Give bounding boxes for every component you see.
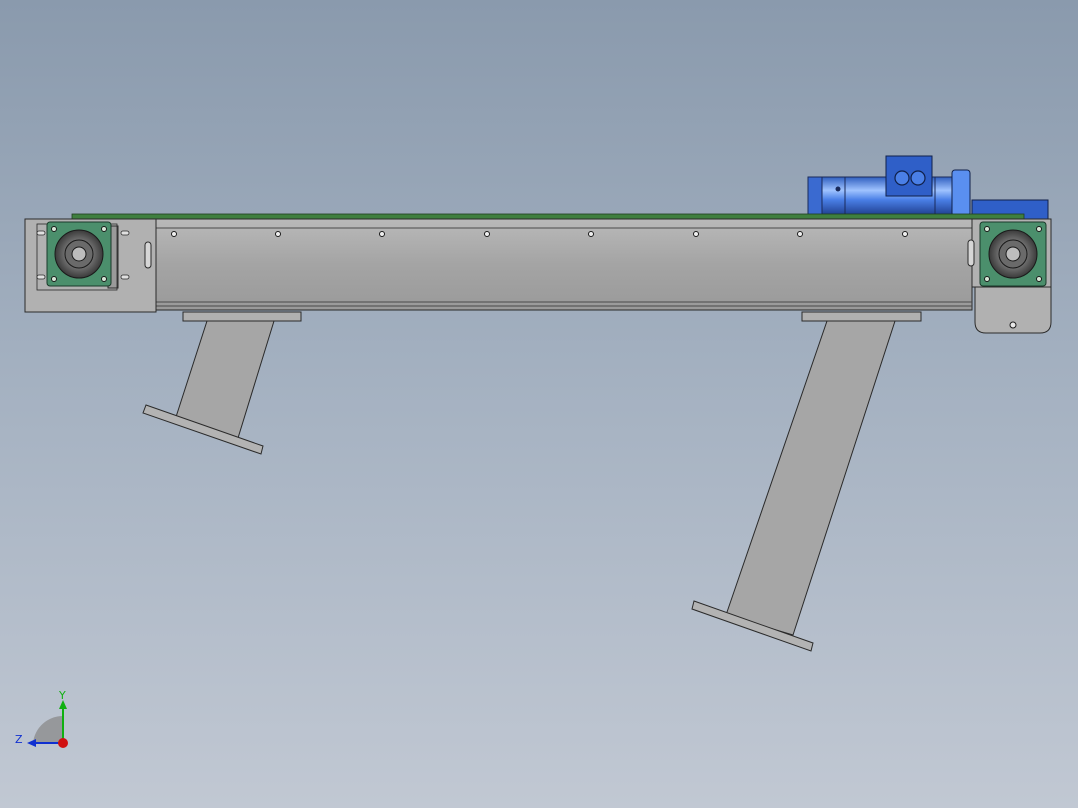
- x-axis-dot-icon: [58, 738, 68, 748]
- cable-gland-icon: [894, 170, 910, 186]
- support-leg-right[interactable]: [691, 311, 922, 652]
- cad-viewport[interactable]: Y Z: [0, 0, 1078, 808]
- conveyor-model[interactable]: Y Z: [0, 0, 1078, 808]
- leg-left-mount-plate: [182, 311, 302, 322]
- motor-fan-cover: [807, 176, 823, 216]
- motor-bolt: [835, 186, 841, 192]
- support-leg-left[interactable]: [142, 311, 302, 455]
- z-axis-arrow-icon: [27, 739, 36, 747]
- end-plate-right[interactable]: [967, 218, 1052, 334]
- triad-arc: [33, 715, 63, 743]
- conveyor-belt[interactable]: [71, 213, 1025, 220]
- motor-flange: [951, 169, 971, 217]
- z-axis-label: Z: [15, 733, 23, 746]
- bearing-right[interactable]: [979, 221, 1047, 287]
- end-plate-left[interactable]: [24, 218, 157, 313]
- left-slot: [144, 241, 152, 269]
- leg-right-post: [725, 320, 896, 636]
- drive-motor[interactable]: [807, 155, 1049, 220]
- cable-gland-icon: [910, 170, 926, 186]
- conveyor-frame[interactable]: [155, 218, 973, 311]
- leg-right-mount-plate: [801, 311, 922, 322]
- bearing-left[interactable]: [46, 221, 112, 287]
- y-axis-label: Y: [58, 689, 66, 702]
- coordinate-triad: Y Z: [15, 689, 68, 748]
